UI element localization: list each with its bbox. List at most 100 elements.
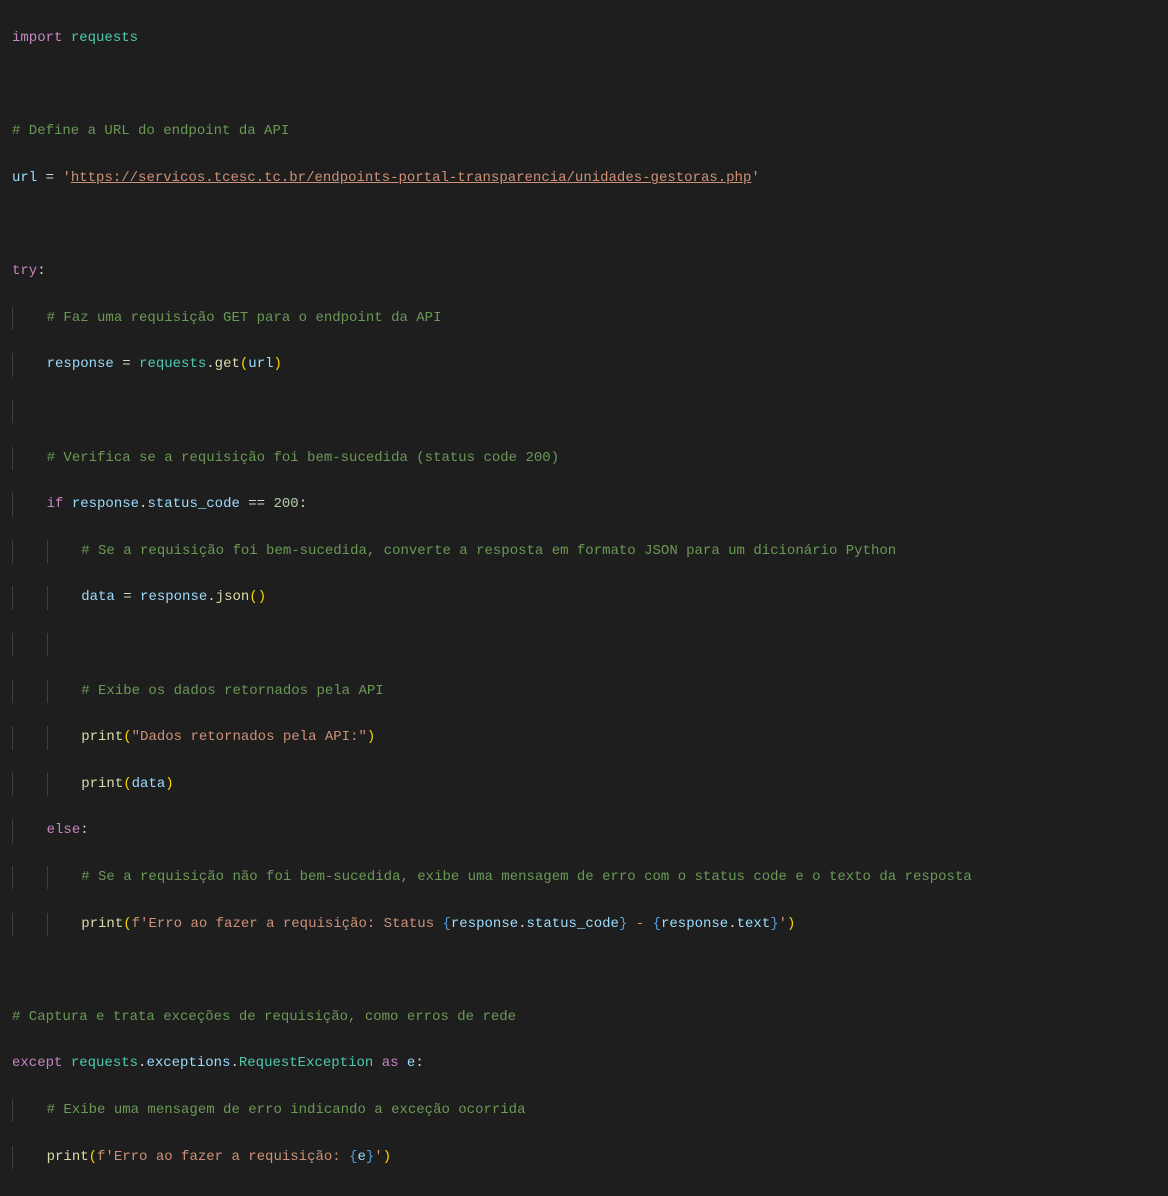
indent-guide — [12, 819, 47, 842]
indent-guide — [12, 447, 47, 470]
paren: ( — [123, 916, 131, 932]
fstring: f'Erro ao fazer a requisição: Status — [132, 916, 443, 932]
class-name: RequestException — [239, 1055, 373, 1071]
colon: : — [415, 1055, 423, 1071]
dot: . — [138, 1055, 146, 1071]
indent-guide — [12, 726, 47, 749]
fstring: ' — [779, 916, 787, 932]
indent-guide — [12, 633, 47, 656]
code-line: try: — [12, 260, 1156, 283]
comment: # Se a requisição não foi bem-sucedida, … — [81, 869, 972, 885]
operator: = — [114, 356, 139, 372]
variable: data — [81, 589, 115, 605]
indent-guide — [47, 913, 82, 936]
fstring-brace: { — [653, 916, 661, 932]
variable: response — [47, 356, 114, 372]
module-name: requests — [139, 356, 206, 372]
code-line: print(f'Erro ao fazer a requisição: Stat… — [12, 913, 1156, 936]
code-line: if response.status_code == 200: — [12, 493, 1156, 516]
code-line: url = 'https://servicos.tcesc.tc.br/endp… — [12, 167, 1156, 190]
string: "Dados retornados pela API:" — [132, 729, 367, 745]
number: 200 — [273, 496, 298, 512]
variable: data — [132, 776, 166, 792]
code-line: # Verifica se a requisição foi bem-suced… — [12, 447, 1156, 470]
paren: ( — [89, 1149, 97, 1165]
fstring-brace: } — [770, 916, 778, 932]
colon: : — [37, 263, 45, 279]
code-line: else: — [12, 819, 1156, 842]
keyword-if: if — [47, 496, 64, 512]
member: exceptions — [146, 1055, 230, 1071]
variable: e — [357, 1149, 365, 1165]
paren: ) — [383, 1149, 391, 1165]
indent-guide — [12, 493, 47, 516]
paren: ) — [274, 356, 282, 372]
string-url: https://servicos.tcesc.tc.br/endpoints-p… — [71, 170, 752, 186]
module-name: requests — [71, 1055, 138, 1071]
indent-guide — [47, 586, 82, 609]
comment: # Faz uma requisição GET para o endpoint… — [47, 310, 442, 326]
code-line: # Se a requisição não foi bem-sucedida, … — [12, 866, 1156, 889]
code-line: print("Dados retornados pela API:") — [12, 726, 1156, 749]
dot: . — [207, 589, 215, 605]
code-line: data = response.json() — [12, 586, 1156, 609]
comment: # Verifica se a requisição foi bem-suced… — [47, 450, 559, 466]
code-line: print(f'Erro ao fazer a requisição: {e}'… — [12, 1146, 1156, 1169]
dot: . — [230, 1055, 238, 1071]
variable: response — [451, 916, 518, 932]
code-editor[interactable]: import requests # Define a URL do endpoi… — [0, 0, 1168, 1196]
variable: response — [72, 496, 139, 512]
fstring: - — [627, 916, 652, 932]
code-line — [12, 74, 1156, 97]
code-line: # Captura e trata exceções de requisição… — [12, 1006, 1156, 1029]
paren: ) — [787, 916, 795, 932]
code-line: # Se a requisição foi bem-sucedida, conv… — [12, 540, 1156, 563]
keyword-except: except — [12, 1055, 62, 1071]
string-quote: ' — [751, 170, 759, 186]
indent-guide — [12, 586, 47, 609]
indent-guide — [12, 400, 47, 423]
dot: . — [518, 916, 526, 932]
function-call: print — [81, 776, 123, 792]
fstring-brace: } — [366, 1149, 374, 1165]
indent-guide — [12, 353, 47, 376]
function-call: print — [81, 916, 123, 932]
operator: = — [115, 589, 140, 605]
comment: # Se a requisição foi bem-sucedida, conv… — [81, 543, 896, 559]
keyword-try: try — [12, 263, 37, 279]
indent-guide — [12, 1099, 47, 1122]
code-line — [12, 633, 1156, 656]
indent-guide — [12, 540, 47, 563]
variable: response — [140, 589, 207, 605]
comment: # Captura e trata exceções de requisição… — [12, 1009, 516, 1025]
keyword-else: else — [47, 822, 81, 838]
indent-guide — [12, 913, 47, 936]
paren: ( — [249, 589, 257, 605]
member: text — [737, 916, 771, 932]
code-line: # Exibe os dados retornados pela API — [12, 680, 1156, 703]
fstring-brace: { — [443, 916, 451, 932]
indent-guide — [12, 773, 47, 796]
dot: . — [206, 356, 214, 372]
colon: : — [299, 496, 307, 512]
fstring: f'Erro ao fazer a requisição: — [97, 1149, 349, 1165]
paren: ) — [165, 776, 173, 792]
comment: # Exibe uma mensagem de erro indicando a… — [47, 1102, 526, 1118]
code-line — [12, 959, 1156, 982]
indent-guide — [47, 726, 82, 749]
variable: e — [407, 1055, 415, 1071]
colon: : — [80, 822, 88, 838]
code-line: response = requests.get(url) — [12, 353, 1156, 376]
keyword-import: import — [12, 30, 62, 46]
module-name: requests — [71, 30, 138, 46]
variable: url — [248, 356, 273, 372]
paren: ) — [258, 589, 266, 605]
code-line: except requests.exceptions.RequestExcept… — [12, 1052, 1156, 1075]
indent-guide — [12, 1146, 47, 1169]
function-call: print — [81, 729, 123, 745]
fstring-brace: } — [619, 916, 627, 932]
function-call: print — [47, 1149, 89, 1165]
paren: ( — [123, 776, 131, 792]
code-line — [12, 400, 1156, 423]
string-quote: ' — [62, 170, 70, 186]
